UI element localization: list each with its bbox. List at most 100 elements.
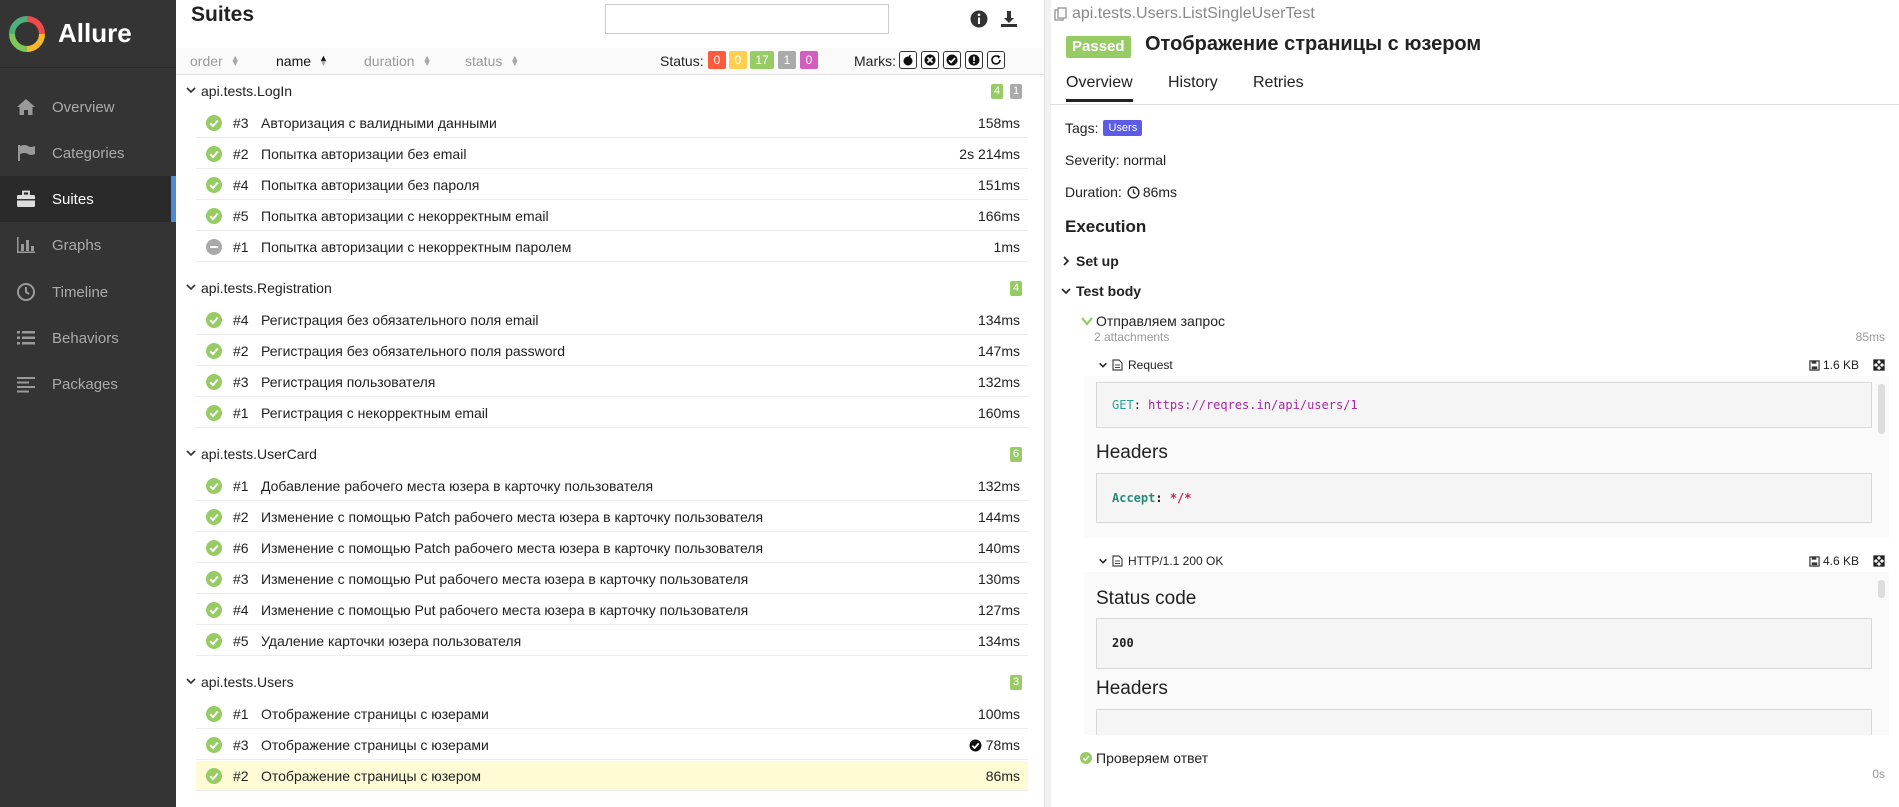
- passed-status-icon: [206, 374, 222, 390]
- response-scrollbar[interactable]: [1878, 580, 1885, 598]
- group-passed-badge: 4: [1010, 281, 1023, 296]
- group-passed-badge: 3: [1010, 675, 1023, 690]
- test-row[interactable]: #1 Отображение страницы с юзерами 100ms: [196, 699, 1028, 729]
- step-send-request[interactable]: Отправляем запрос: [1080, 313, 1225, 329]
- test-row[interactable]: #5 Попытка авторизации с некорректным em…: [196, 201, 1028, 231]
- suite-group-name: api.tests.Registration: [201, 280, 332, 296]
- expand-icon[interactable]: [1873, 555, 1885, 567]
- test-name: Попытка авторизации с некорректным email: [261, 208, 549, 224]
- status-filter-unknown[interactable]: 0: [800, 51, 818, 69]
- request-content[interactable]: GET: https://reqres.in/api/users/1 Heade…: [1084, 376, 1889, 538]
- test-row[interactable]: #4 Попытка авторизации без пароля 151ms: [196, 170, 1028, 200]
- severity-row: Severity: normal: [1065, 152, 1167, 168]
- mark-new-passed-icon[interactable]: [943, 51, 961, 69]
- status-filter-failed[interactable]: 0: [708, 51, 726, 69]
- passed-status-icon: [206, 177, 222, 193]
- brand[interactable]: Allure: [0, 0, 176, 68]
- test-name: Изменение с помощью Patch рабочего места…: [261, 540, 764, 556]
- test-duration: 100ms: [977, 706, 1020, 722]
- sidebar-item-overview[interactable]: Overview: [0, 84, 176, 130]
- sidebar-item-categories[interactable]: Categories: [0, 130, 176, 176]
- test-row[interactable]: #4 Изменение с помощью Put рабочего мест…: [196, 595, 1028, 625]
- tag-badge[interactable]: Users: [1103, 120, 1143, 136]
- passed-status-icon: [206, 343, 222, 359]
- test-row[interactable]: #6 Изменение с помощью Patch рабочего ме…: [196, 533, 1028, 563]
- sidebar-item-graphs[interactable]: Graphs: [0, 222, 176, 268]
- test-duration: 130ms: [977, 571, 1020, 587]
- passed-status-icon: [206, 540, 222, 556]
- test-name: Отображение страницы с юзерами: [261, 706, 489, 722]
- tab-history[interactable]: History: [1168, 74, 1218, 92]
- test-order: #3: [233, 737, 249, 753]
- clock-icon: [1127, 185, 1140, 199]
- test-order: #1: [233, 706, 249, 722]
- marks-filter-label: Marks:: [854, 53, 896, 69]
- mark-new-broken-icon[interactable]: [965, 51, 983, 69]
- mark-retries-icon[interactable]: [987, 51, 1005, 69]
- test-row[interactable]: #3 Авторизация с валидными данными 158ms: [196, 108, 1028, 138]
- sidebar-item-label: Suites: [52, 190, 94, 208]
- sidebar-item-packages[interactable]: Packages: [0, 361, 176, 407]
- duration-row: Duration: 86ms: [1065, 184, 1177, 200]
- clock-icon: [15, 281, 37, 303]
- test-row[interactable]: #4 Регистрация без обязательного поля em…: [196, 305, 1028, 335]
- test-row-selected[interactable]: #2 Отображение страницы с юзером 86ms: [196, 761, 1028, 791]
- test-row[interactable]: #2 Регистрация без обязательного поля pa…: [196, 336, 1028, 366]
- sort-by-name[interactable]: name ▲ ▼: [276, 53, 328, 69]
- step-check-response[interactable]: Проверяем ответ: [1080, 750, 1208, 766]
- test-row[interactable]: #1 Регистрация с некорректным email 160m…: [196, 398, 1028, 428]
- tab-overview[interactable]: Overview: [1066, 74, 1133, 102]
- status-filter-passed[interactable]: 17: [750, 51, 774, 69]
- test-row[interactable]: #1 Добавление рабочего места юзера в кар…: [196, 471, 1028, 501]
- sort-by-duration[interactable]: duration ▲ ▼: [364, 53, 432, 69]
- test-row[interactable]: #3 Отображение страницы с юзерами 78ms: [196, 730, 1028, 760]
- test-row[interactable]: #5 Удаление карточки юзера пользователя …: [196, 626, 1028, 656]
- request-scrollbar[interactable]: [1878, 384, 1885, 434]
- list-icon: [15, 327, 37, 349]
- passed-status-icon: [206, 146, 222, 162]
- test-row[interactable]: #2 Изменение с помощью Patch рабочего ме…: [196, 502, 1028, 532]
- expand-icon[interactable]: [1873, 359, 1885, 371]
- status-filter-skipped[interactable]: 1: [778, 51, 796, 69]
- sidebar-item-behaviors[interactable]: Behaviors: [0, 315, 176, 361]
- test-row[interactable]: #3 Изменение с помощью Put рабочего мест…: [196, 564, 1028, 594]
- passed-status-icon: [206, 571, 222, 587]
- step-duration: 0s: [1872, 767, 1885, 781]
- response-content[interactable]: Status code 200 Headers: [1084, 572, 1889, 735]
- search-input[interactable]: [605, 4, 889, 34]
- sort-arrows-icon: ▲ ▼: [510, 53, 520, 68]
- test-duration: 132ms: [977, 478, 1020, 494]
- file-icon: [1112, 555, 1123, 567]
- test-row[interactable]: #3 Регистрация пользователя 132ms: [196, 367, 1028, 397]
- info-icon[interactable]: [969, 9, 989, 29]
- sidebar-item-suites[interactable]: Suites: [0, 176, 176, 222]
- mark-flaky-icon[interactable]: [899, 51, 917, 69]
- skipped-status-icon: [206, 239, 222, 255]
- status-code-value: 200: [1112, 636, 1134, 650]
- sort-by-order[interactable]: order ▲ ▼: [190, 53, 240, 69]
- suite-group-users[interactable]: api.tests.Users 3: [176, 668, 1044, 696]
- setup-section[interactable]: Set up: [1060, 253, 1119, 269]
- breadcrumb[interactable]: api.tests.Users.ListSingleUserTest: [1054, 5, 1315, 23]
- test-body-section[interactable]: Test body: [1060, 283, 1141, 299]
- test-row[interactable]: #1 Попытка авторизации с некорректным па…: [196, 232, 1028, 262]
- suite-group-usercard[interactable]: api.tests.UserCard 6: [176, 440, 1044, 468]
- sort-by-status[interactable]: status ▲ ▼: [465, 53, 519, 69]
- suite-group-login[interactable]: api.tests.LogIn 4 1: [176, 77, 1044, 105]
- download-icon[interactable]: [999, 9, 1019, 29]
- mark-new-failed-icon[interactable]: [921, 51, 939, 69]
- status-badge: Passed: [1066, 36, 1131, 58]
- tab-retries[interactable]: Retries: [1253, 74, 1304, 92]
- brand-name: Allure: [58, 18, 132, 48]
- attachment-response[interactable]: HTTP/1.1 200 OK: [1098, 554, 1223, 568]
- status-filter-broken[interactable]: 0: [729, 51, 747, 69]
- test-name: Регистрация с некорректным email: [261, 405, 489, 421]
- test-name: Регистрация пользователя: [261, 374, 436, 390]
- sidebar-item-timeline[interactable]: Timeline: [0, 269, 176, 315]
- suite-group-registration[interactable]: api.tests.Registration 4: [176, 274, 1044, 302]
- test-name: Изменение с помощью Put рабочего места ю…: [261, 571, 749, 587]
- suites-panel: Suites order ▲ ▼ name ▲ ▼ duration ▲ ▼ status ▲…: [176, 0, 1044, 807]
- test-row[interactable]: #2 Попытка авторизации без email 2s 214m…: [196, 139, 1028, 169]
- attachment-request[interactable]: Request: [1098, 358, 1173, 372]
- step-name: Отправляем запрос: [1096, 313, 1225, 329]
